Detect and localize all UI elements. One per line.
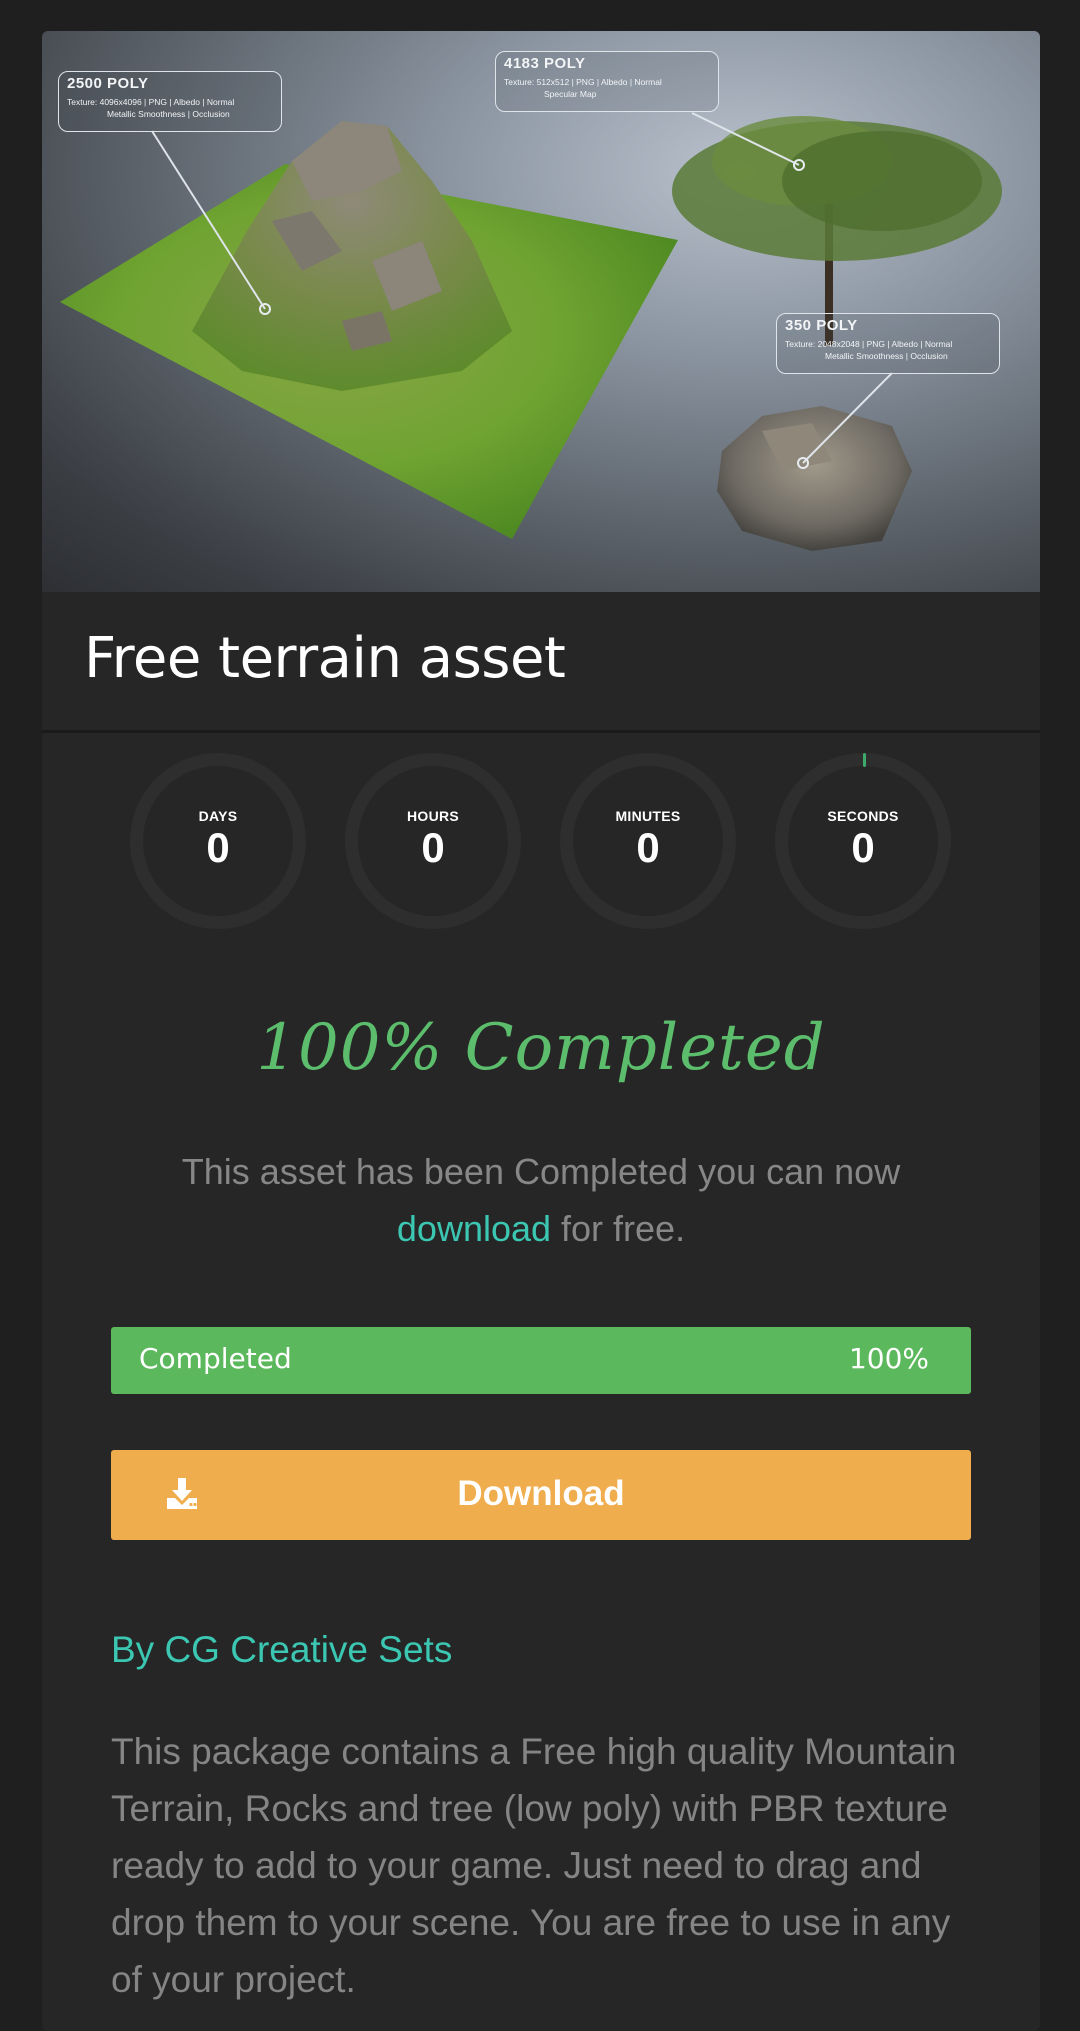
countdown-label: SECONDS [827,808,899,824]
completion-heading: 100% Completed [256,1011,826,1085]
countdown-value: 0 [851,824,875,871]
callout-texture-info-2: Metallic Smoothness | Occlusion [107,109,230,119]
countdown-seconds: SECONDS 0 [775,753,951,929]
completion-description: This asset has been Completed you can no… [102,1143,980,1257]
countdown-value: 0 [206,824,230,871]
progress-bar: Completed 100% [111,1327,971,1394]
countdown-timer: DAYS 0 HOURS 0 MINUTES 0 SECONDS 0 [42,753,1040,933]
asset-card: 2500 POLY Texture: 4096x4096 | PNG | Alb… [42,31,1040,2031]
page-title: Free terrain asset [84,626,566,691]
download-link[interactable]: download [397,1208,551,1249]
callout-poly-count: 350 POLY [785,317,858,334]
asset-description: This package contains a Free high qualit… [111,1731,957,2000]
description-text-end: for free. [551,1208,686,1249]
callout-poly-count: 2500 POLY [67,75,149,92]
progress-label: Completed [139,1342,292,1375]
countdown-label: MINUTES [615,808,681,824]
title-bar: Free terrain asset [42,592,1040,733]
callout-texture-info: Texture: 4096x4096 | PNG | Albedo | Norm… [67,97,235,107]
callout-texture-info-2: Specular Map [544,89,597,99]
seconds-progress-tick [863,753,866,767]
asset-preview-image: 2500 POLY Texture: 4096x4096 | PNG | Alb… [42,31,1040,592]
callout-texture-info: Texture: 2048x2048 | PNG | Albedo | Norm… [785,339,953,349]
callout-terrain: 2500 POLY Texture: 4096x4096 | PNG | Alb… [58,71,282,132]
countdown-value: 0 [636,824,660,871]
countdown-minutes: MINUTES 0 [560,753,736,929]
callout-texture-info: Texture: 512x512 | PNG | Albedo | Normal [504,77,662,87]
callout-tree: 4183 POLY Texture: 512x512 | PNG | Albed… [495,51,719,112]
countdown-label: DAYS [198,808,238,824]
tree-shape [672,116,1002,346]
callout-rock: 350 POLY Texture: 2048x2048 | PNG | Albe… [776,313,1000,374]
download-button[interactable]: Download [111,1450,971,1540]
countdown-label: HOURS [406,808,460,824]
description-text: This asset has been Completed you can no… [181,1151,901,1192]
callout-texture-info-2: Metallic Smoothness | Occlusion [825,351,948,361]
countdown-value: 0 [421,824,445,871]
download-button-label: Download [457,1474,625,1513]
countdown-days: DAYS 0 [130,753,306,929]
author-link[interactable]: By CG Creative Sets [111,1629,452,1671]
countdown-hours: HOURS 0 [345,753,521,929]
callout-poly-count: 4183 POLY [504,55,586,72]
progress-value: 100% [848,1342,929,1375]
